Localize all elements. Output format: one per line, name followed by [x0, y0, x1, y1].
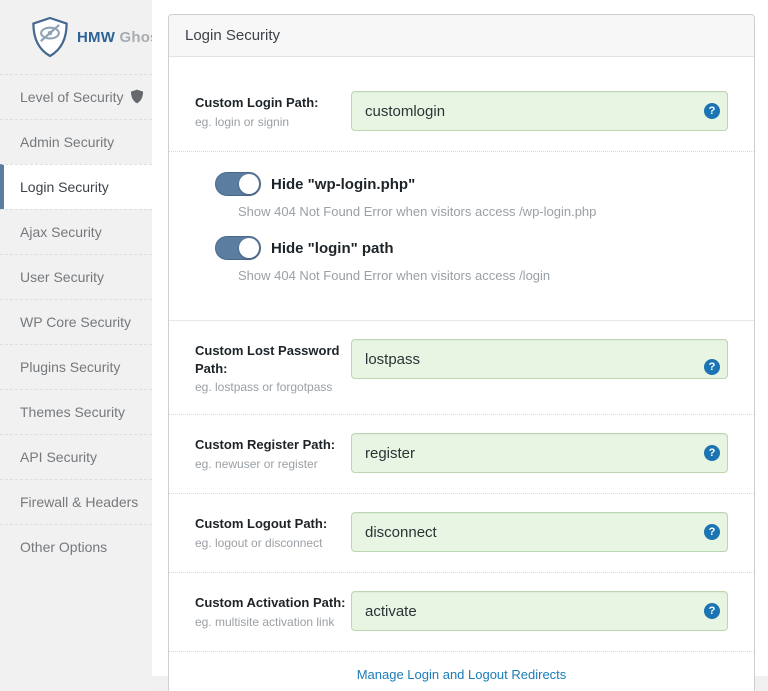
footer-link-row: Manage Login and Logout Redirects: [195, 652, 728, 691]
custom-login-path-row: Custom Login Path: eg. login or signin ?: [195, 75, 728, 151]
hide-login-path-toggle[interactable]: [215, 236, 261, 260]
field-input-wrap: ?: [351, 339, 728, 394]
main-content: Login Security Custom Login Path: eg. lo…: [152, 0, 768, 691]
brand-name-bold: HMW: [77, 29, 115, 46]
manage-redirects-link[interactable]: Manage Login and Logout Redirects: [357, 667, 567, 682]
sidebar-item-user-security[interactable]: User Security: [0, 254, 152, 299]
hide-login-path-item: Hide "login" path Show 404 Not Found Err…: [215, 236, 728, 283]
field-label: Custom Logout Path:: [195, 515, 351, 533]
custom-lost-password-path-row: Custom Lost Password Path: eg. lostpass …: [195, 321, 728, 414]
sidebar-item-label: Admin Security: [20, 134, 114, 150]
sidebar-item-label: Ajax Security: [20, 224, 102, 240]
panel-body: Custom Login Path: eg. login or signin ?: [169, 57, 754, 691]
custom-lost-password-path-input[interactable]: [351, 339, 728, 379]
custom-activation-path-row: Custom Activation Path: eg. multisite ac…: [195, 573, 728, 651]
sidebar-item-label: Plugins Security: [20, 359, 120, 375]
custom-login-path-input[interactable]: [351, 91, 728, 131]
sidebar-item-level-of-security[interactable]: Level of Security: [0, 74, 152, 119]
sidebar-item-wp-core-security[interactable]: WP Core Security: [0, 299, 152, 344]
sidebar-item-login-security[interactable]: Login Security: [0, 164, 152, 209]
field-label-group: Custom Activation Path: eg. multisite ac…: [195, 591, 351, 631]
toggle-label: Hide "wp-login.php": [271, 176, 415, 193]
toggle-description: Show 404 Not Found Error when visitors a…: [238, 268, 728, 283]
sidebar-item-label: Firewall & Headers: [20, 494, 138, 510]
field-label-group: Custom Register Path: eg. newuser or reg…: [195, 433, 351, 473]
field-hint: eg. multisite activation link: [195, 615, 351, 629]
toggle-knob: [239, 174, 259, 194]
help-icon[interactable]: ?: [704, 603, 720, 619]
field-label-group: Custom Lost Password Path: eg. lostpass …: [195, 339, 351, 394]
help-icon[interactable]: ?: [704, 359, 720, 375]
security-level-shield-icon: [130, 89, 144, 104]
sidebar-item-themes-security[interactable]: Themes Security: [0, 389, 152, 434]
custom-logout-path-row: Custom Logout Path: eg. logout or discon…: [195, 494, 728, 572]
field-hint: eg. logout or disconnect: [195, 536, 351, 550]
field-label-group: Custom Logout Path: eg. logout or discon…: [195, 512, 351, 552]
panel-title: Login Security: [169, 15, 754, 57]
sidebar-item-api-security[interactable]: API Security: [0, 434, 152, 479]
custom-activation-path-input[interactable]: [351, 591, 728, 631]
sidebar-item-label: Level of Security: [20, 89, 124, 105]
toggle-knob: [239, 238, 259, 258]
sidebar-item-label: Login Security: [20, 179, 109, 195]
field-label-group: Custom Login Path: eg. login or signin: [195, 91, 351, 131]
sidebar-item-label: WP Core Security: [20, 314, 131, 330]
brand: HMW Ghost: [0, 0, 152, 74]
custom-register-path-row: Custom Register Path: eg. newuser or reg…: [195, 415, 728, 493]
hide-wp-login-item: Hide "wp-login.php" Show 404 Not Found E…: [215, 172, 728, 219]
help-icon[interactable]: ?: [704, 103, 720, 119]
field-input-wrap: ?: [351, 433, 728, 473]
field-label: Custom Activation Path:: [195, 594, 351, 612]
sidebar-nav: Level of Security Admin Security Login S…: [0, 74, 152, 569]
field-hint: eg. newuser or register: [195, 457, 351, 471]
brand-shield-eye-off-icon: [31, 16, 69, 58]
toggle-label: Hide "login" path: [271, 240, 394, 257]
field-label: Custom Lost Password Path:: [195, 342, 351, 377]
sidebar: HMW Ghost Level of Security Admin Securi…: [0, 0, 152, 691]
custom-logout-path-input[interactable]: [351, 512, 728, 552]
sidebar-item-label: API Security: [20, 449, 97, 465]
field-hint: eg. lostpass or forgotpass: [195, 380, 351, 394]
sidebar-item-firewall-headers[interactable]: Firewall & Headers: [0, 479, 152, 524]
help-icon[interactable]: ?: [704, 524, 720, 540]
field-input-wrap: ?: [351, 91, 728, 131]
toggle-description: Show 404 Not Found Error when visitors a…: [238, 204, 728, 219]
field-input-wrap: ?: [351, 591, 728, 631]
sidebar-item-admin-security[interactable]: Admin Security: [0, 119, 152, 164]
toggle-section: Hide "wp-login.php" Show 404 Not Found E…: [195, 152, 728, 304]
brand-name: HMW Ghost: [77, 29, 164, 46]
login-security-panel: Login Security Custom Login Path: eg. lo…: [168, 14, 755, 691]
field-input-wrap: ?: [351, 512, 728, 552]
sidebar-item-other-options[interactable]: Other Options: [0, 524, 152, 569]
field-hint: eg. login or signin: [195, 115, 351, 129]
sidebar-item-label: Themes Security: [20, 404, 125, 420]
hide-wp-login-toggle[interactable]: [215, 172, 261, 196]
field-label: Custom Register Path:: [195, 436, 351, 454]
sidebar-item-ajax-security[interactable]: Ajax Security: [0, 209, 152, 254]
help-icon[interactable]: ?: [704, 445, 720, 461]
custom-register-path-input[interactable]: [351, 433, 728, 473]
sidebar-item-plugins-security[interactable]: Plugins Security: [0, 344, 152, 389]
field-label: Custom Login Path:: [195, 94, 351, 112]
sidebar-item-label: Other Options: [20, 539, 107, 555]
sidebar-item-label: User Security: [20, 269, 104, 285]
